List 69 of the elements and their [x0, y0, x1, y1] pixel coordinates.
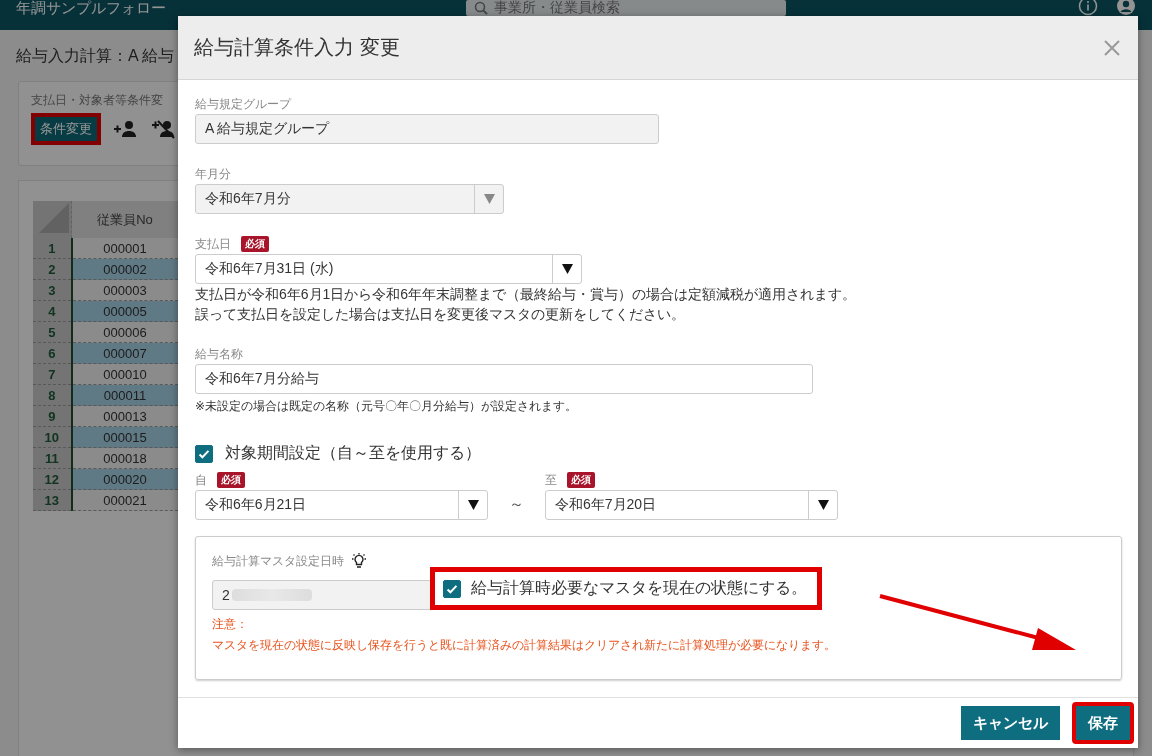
field-label: 給与名称 — [195, 345, 243, 363]
required-badge: 必須 — [217, 472, 245, 488]
checkbox-label: 給与計算時必要なマスタを現在の状態にする。 — [471, 578, 807, 598]
column-header: 従業員No — [71, 201, 179, 238]
table-cell[interactable]: 000001 — [71, 238, 179, 259]
page-heading: 給与入力計算：A 給与 — [16, 46, 175, 66]
table-cell[interactable]: 000020 — [71, 468, 179, 490]
table-cell[interactable]: 000007 — [71, 342, 179, 364]
condition-change-button[interactable]: 条件変更 — [31, 113, 101, 145]
checkbox-label: 対象期間設定（自～至を使用する） — [225, 443, 481, 463]
field-label: 年月分 — [195, 165, 231, 183]
save-button[interactable]: 保存 — [1072, 702, 1134, 744]
caution-text: マスタを現在の状態に反映し保存を行うと既に計算済みの計算結果はクリアされ新たに計算処理が必要になります。 — [212, 637, 837, 654]
datetime-field[interactable]: 2 — [212, 579, 432, 610]
section-label: 支払日・対象者等条件変 — [31, 92, 163, 109]
note-text: ※未設定の場合は既定の名称（元号〇年〇月分給与）が設定されます。 — [195, 398, 579, 415]
date-select[interactable]: 令和6年7月31日 (水) — [195, 254, 582, 284]
table-cell[interactable]: 000002 — [71, 258, 179, 280]
table-cell[interactable]: 000015 — [71, 426, 179, 448]
table-cell[interactable]: 000010 — [71, 363, 179, 385]
row-number: 2 — [33, 258, 72, 280]
corner-cell — [33, 201, 72, 238]
user-icon[interactable] — [1116, 0, 1136, 16]
row-number: 8 — [33, 384, 72, 406]
table-cell[interactable]: 000021 — [71, 489, 179, 511]
row-number: 5 — [33, 321, 72, 343]
table-cell[interactable]: 000005 — [71, 300, 179, 322]
row-number: 3 — [33, 279, 72, 301]
dropdown-arrow-icon — [467, 500, 479, 510]
app-title: 年調サンプルフォロー — [16, 0, 166, 16]
search-icon — [474, 1, 488, 15]
lightbulb-icon — [350, 552, 368, 570]
table-cell[interactable]: 000013 — [71, 405, 179, 427]
dropdown-arrow-icon — [817, 500, 829, 510]
row-number: 7 — [33, 363, 72, 385]
row-number: 10 — [33, 426, 72, 448]
dropdown-arrow-icon — [561, 264, 573, 274]
row-number: 4 — [33, 300, 72, 322]
field-label: 支払日 — [195, 235, 231, 253]
salary-name-field[interactable]: 令和6年7月分給与 — [195, 364, 813, 394]
dropdown-arrow-icon — [483, 194, 495, 204]
row-number: 9 — [33, 405, 72, 427]
row-number: 6 — [33, 342, 72, 364]
date-select[interactable]: 令和6年7月20日 — [545, 490, 838, 520]
search-field[interactable]: 事業所・従業員検索 — [466, 0, 786, 16]
note-text: 支払日が令和6年6月1日から令和6年年末調整まで（最終給与・賞与）の場合は定額減税が適用されます。 — [195, 285, 858, 304]
field-label: 自 — [195, 471, 207, 489]
checkbox[interactable] — [443, 579, 461, 598]
required-badge: 必須 — [241, 236, 269, 252]
row-number: 11 — [33, 447, 72, 469]
table-cell[interactable]: 000011 — [71, 384, 179, 406]
field-label: 給与計算マスタ設定日時 — [212, 552, 344, 570]
checkbox[interactable] — [195, 444, 213, 463]
date-select[interactable]: 令和6年6月21日 — [195, 490, 488, 520]
row-number: 12 — [33, 468, 72, 490]
add-person-icon[interactable] — [113, 119, 139, 139]
required-badge: 必須 — [567, 472, 595, 488]
table-cell[interactable]: 000003 — [71, 279, 179, 301]
dialog-title: 給与計算条件入力 変更 — [194, 35, 400, 60]
row-number: 1 — [33, 238, 72, 259]
note-text: 誤って支払日を設定した場合は支払日を変更後マスタの更新をしてください。 — [195, 305, 686, 324]
range-separator: ～ — [508, 495, 525, 514]
row-number: 13 — [33, 489, 72, 511]
caution-title: 注意： — [212, 616, 249, 633]
info-icon[interactable] — [1078, 0, 1098, 16]
remove-person-icon[interactable] — [151, 119, 177, 139]
field-label: 給与規定グループ — [195, 95, 291, 113]
table-cell[interactable]: 000006 — [71, 321, 179, 343]
field-label: 至 — [545, 471, 557, 489]
